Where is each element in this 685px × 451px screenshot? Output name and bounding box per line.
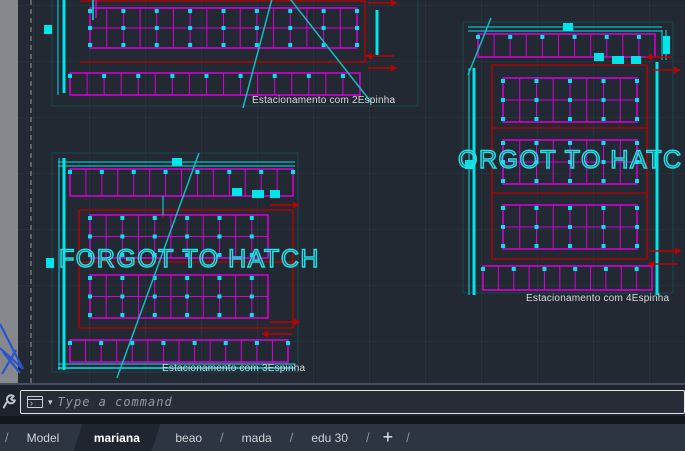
hatch-note-text-4espinha[interactable]: ORGOT TO HATC bbox=[457, 145, 683, 175]
cad-linework bbox=[0, 0, 681, 379]
add-layout-button[interactable]: + bbox=[375, 424, 402, 451]
tab-separator: / bbox=[220, 430, 224, 445]
tab-separator: / bbox=[5, 430, 9, 445]
layout-tab-bar: / Model mariana beao / mada / edu 30 / +… bbox=[0, 424, 685, 451]
drawing-label-3espinha[interactable]: Estacionamento com 3Espinha bbox=[162, 363, 305, 374]
autocad-window: FORGOT TO HATCH ORGOT TO HATC Estacionam… bbox=[0, 0, 685, 451]
drawing-canvas[interactable]: FORGOT TO HATCH ORGOT TO HATC Estacionam… bbox=[0, 0, 685, 383]
tab-separator: / bbox=[289, 430, 294, 445]
tab-separator: / bbox=[406, 430, 410, 445]
command-prompt-icon[interactable] bbox=[27, 396, 43, 408]
command-input[interactable] bbox=[57, 395, 684, 409]
tab-model[interactable]: Model bbox=[14, 424, 73, 451]
command-bar-lower-strip bbox=[0, 416, 685, 424]
hatch-note-text-3espinha[interactable]: FORGOT TO HATCH bbox=[58, 244, 320, 274]
tab-edu-30[interactable]: edu 30 bbox=[298, 424, 361, 451]
drawing-label-2espinha[interactable]: Estacionamento com 2Espinha bbox=[252, 95, 395, 106]
tab-beao[interactable]: beao bbox=[162, 424, 215, 451]
tab-mariana[interactable]: mariana bbox=[73, 424, 161, 451]
wrench-icon[interactable] bbox=[2, 394, 17, 410]
tab-mada[interactable]: mada bbox=[229, 424, 285, 451]
drawing-label-4espinha[interactable]: Estacionamento com 4Espinha bbox=[526, 293, 669, 304]
chevron-down-icon[interactable]: ▾ bbox=[48, 397, 53, 408]
tab-separator: / bbox=[366, 430, 370, 445]
command-line-bar: ▾ bbox=[0, 383, 685, 424]
command-input-box[interactable]: ▾ bbox=[20, 390, 685, 414]
